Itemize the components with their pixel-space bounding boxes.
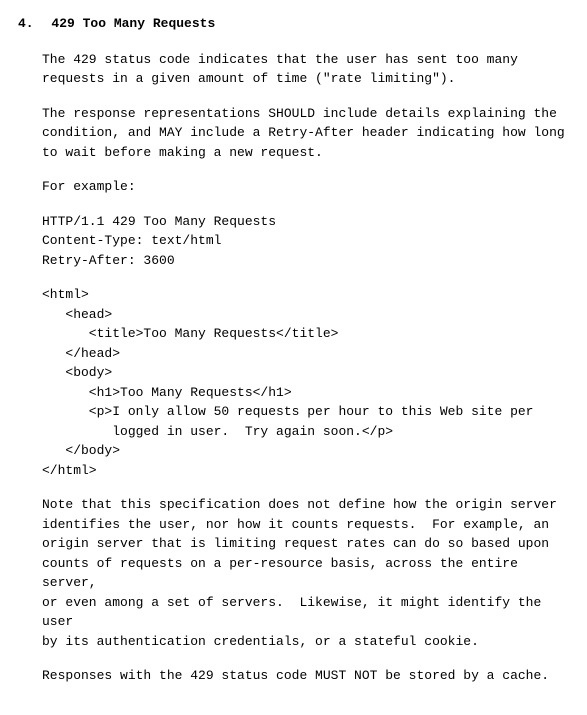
paragraph-cache: Responses with the 429 status code MUST … xyxy=(42,666,569,686)
paragraph-note: Note that this specification does not de… xyxy=(42,495,569,651)
section-header: 4. 429 Too Many Requests xyxy=(18,14,569,34)
paragraph-intro: The 429 status code indicates that the u… xyxy=(42,50,569,89)
code-http-headers: HTTP/1.1 429 Too Many Requests Content-T… xyxy=(42,212,569,271)
paragraph-example-label: For example: xyxy=(42,177,569,197)
section-title: 429 Too Many Requests xyxy=(51,14,215,34)
section-content: The 429 status code indicates that the u… xyxy=(42,50,569,686)
code-html-body: <html> <head> <title>Too Many Requests</… xyxy=(42,285,569,480)
section-number: 4. xyxy=(18,14,34,34)
paragraph-response: The response representations SHOULD incl… xyxy=(42,104,569,163)
